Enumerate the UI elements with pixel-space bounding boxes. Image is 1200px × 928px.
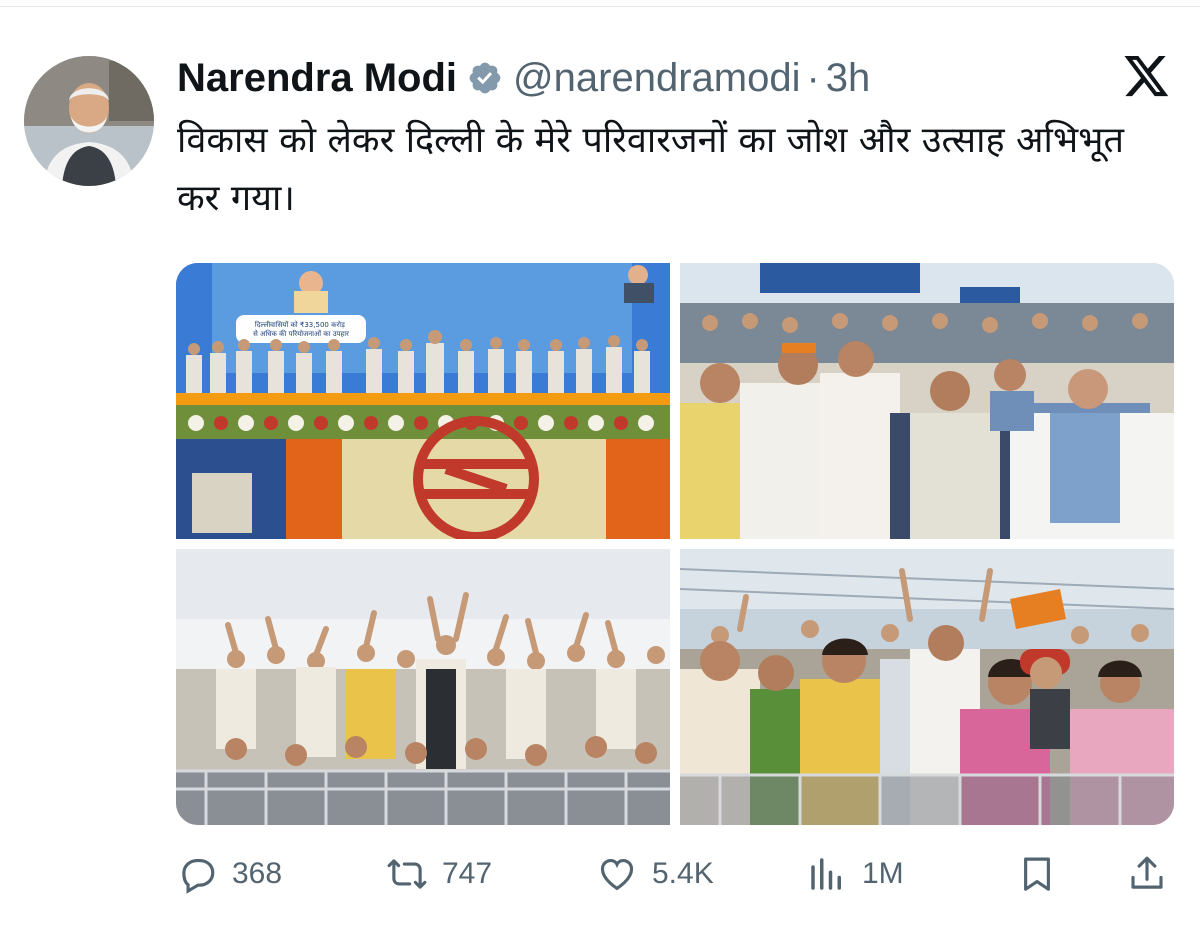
reply-button[interactable]: 368 [176,846,282,902]
avatar[interactable] [24,56,154,186]
repost-button[interactable]: 747 [386,846,492,902]
views-count: 1M [862,857,904,890]
verified-badge-icon [467,60,503,96]
header-separator: · [806,55,820,100]
tweet[interactable]: Narendra Modi @narendramodi · 3h विकास क… [0,0,1200,928]
like-count: 5.4K [652,857,714,890]
views-button[interactable]: 1M [806,846,904,902]
x-logo-icon[interactable] [1124,56,1170,98]
share-button[interactable] [1126,846,1168,902]
media-photo-2[interactable] [680,263,1174,539]
reply-icon [182,858,215,894]
reply-count: 368 [232,857,283,890]
media-photo-4[interactable] [680,549,1174,825]
tweet-header: Narendra Modi @narendramodi · 3h [177,52,870,104]
like-button[interactable]: 5.4K [596,846,714,902]
share-icon [1131,856,1163,889]
views-icon [811,858,841,890]
media-grid[interactable]: दिल्लीवासियों को ₹33,500 करोड़ से अधिक क… [176,263,1174,825]
bookmark-icon [1024,857,1050,891]
media-photo-3[interactable] [176,549,670,825]
like-icon [600,858,634,891]
repost-icon [387,859,427,889]
author-handle[interactable]: @narendramodi [513,56,800,101]
repost-count: 747 [442,857,493,890]
timestamp[interactable]: 3h [826,56,871,101]
action-bar: 368 747 5.4K 1M [176,846,1174,902]
author-name[interactable]: Narendra Modi [177,56,457,101]
bookmark-button[interactable] [1016,846,1058,902]
media-photo-1[interactable]: दिल्लीवासियों को ₹33,500 करोड़ से अधिक क… [176,263,670,539]
tweet-text: विकास को लेकर दिल्ली के मेरे परिवारजनों … [177,120,1124,219]
